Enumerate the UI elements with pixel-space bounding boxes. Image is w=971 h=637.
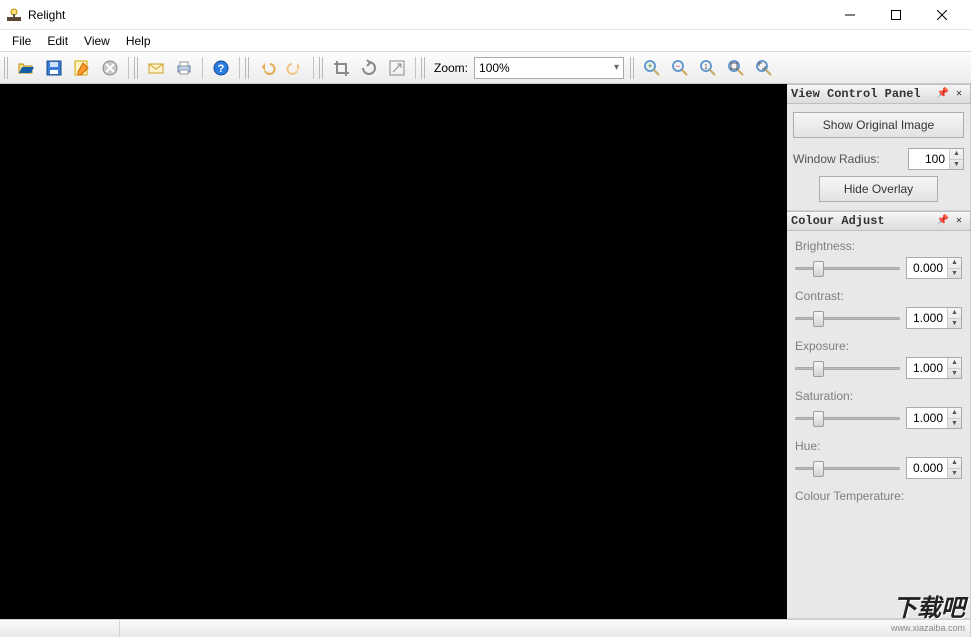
zoom-label: Zoom: — [434, 61, 468, 75]
window-radius-input[interactable]: ▲▼ — [908, 148, 964, 170]
svg-text:−: − — [675, 61, 680, 71]
open-button[interactable] — [13, 55, 39, 81]
toolbar-separator — [313, 57, 314, 79]
spin-buttons[interactable]: ▲▼ — [949, 149, 963, 169]
hide-overlay-button[interactable]: Hide Overlay — [819, 176, 939, 202]
zoom-actual-button[interactable]: 1 — [695, 55, 721, 81]
exposure-group: Exposure: ▲▼ — [789, 335, 968, 385]
toolbar-separator — [239, 57, 240, 79]
resize-button[interactable] — [384, 55, 410, 81]
contrast-input[interactable]: ▲▼ — [906, 307, 962, 329]
titlebar: Relight — [0, 0, 971, 30]
colour-panel-header[interactable]: Colour Adjust 📌 ✕ — [787, 211, 971, 231]
svg-text:1: 1 — [704, 64, 708, 71]
show-original-button[interactable]: Show Original Image — [793, 112, 964, 138]
hue-group: Hue: ▲▼ — [789, 435, 968, 485]
toolbar-grip[interactable] — [319, 57, 324, 79]
brightness-slider[interactable] — [795, 258, 900, 278]
menu-edit[interactable]: Edit — [39, 32, 76, 50]
saturation-input[interactable]: ▲▼ — [906, 407, 962, 429]
help-button[interactable]: ? — [208, 55, 234, 81]
undo-button[interactable] — [254, 55, 280, 81]
window-radius-label: Window Radius: — [793, 152, 880, 166]
status-cell — [0, 620, 120, 637]
toolbar-grip[interactable] — [245, 57, 250, 79]
zoom-in-button[interactable]: + — [639, 55, 665, 81]
hue-input[interactable]: ▲▼ — [906, 457, 962, 479]
hue-label: Hue: — [795, 439, 962, 453]
menubar: File Edit View Help — [0, 30, 971, 52]
toolbar: ? Zoom: 100% ▾ + − 1 — [0, 52, 971, 84]
colour-temp-group: Colour Temperature: — [789, 485, 968, 513]
brightness-group: Brightness: ▲▼ — [789, 235, 968, 285]
exposure-input[interactable]: ▲▼ — [906, 357, 962, 379]
cancel-button[interactable] — [97, 55, 123, 81]
contrast-group: Contrast: ▲▼ — [789, 285, 968, 335]
window-radius-field[interactable] — [909, 149, 949, 169]
pin-icon[interactable]: 📌 — [936, 87, 950, 101]
close-button[interactable] — [919, 0, 965, 30]
saturation-slider[interactable] — [795, 408, 900, 428]
exposure-label: Exposure: — [795, 339, 962, 353]
toolbar-grip[interactable] — [421, 57, 426, 79]
rotate-button[interactable] — [356, 55, 382, 81]
menu-help[interactable]: Help — [118, 32, 159, 50]
zoom-fit-button[interactable] — [723, 55, 749, 81]
view-panel-title: View Control Panel — [791, 87, 934, 101]
svg-text:+: + — [647, 61, 652, 71]
save-button[interactable] — [41, 55, 67, 81]
status-cell — [120, 620, 971, 637]
contrast-slider[interactable] — [795, 308, 900, 328]
window-title: Relight — [28, 8, 827, 22]
work-area: View Control Panel 📌 ✕ Show Original Ima… — [0, 84, 971, 619]
window-buttons — [827, 0, 965, 30]
brightness-input[interactable]: ▲▼ — [906, 257, 962, 279]
minimize-button[interactable] — [827, 0, 873, 30]
spin-down-icon[interactable]: ▼ — [950, 160, 963, 170]
toolbar-separator — [415, 57, 416, 79]
toolbar-grip[interactable] — [4, 57, 9, 79]
zoom-region-button[interactable] — [751, 55, 777, 81]
view-panel-body: Show Original Image Window Radius: ▲▼ Hi… — [787, 104, 971, 211]
colour-panel-title: Colour Adjust — [791, 214, 934, 228]
saturation-group: Saturation: ▲▼ — [789, 385, 968, 435]
mail-button[interactable] — [143, 55, 169, 81]
zoom-dropdown[interactable]: 100% ▾ — [474, 57, 624, 79]
toolbar-separator — [202, 57, 203, 79]
brightness-label: Brightness: — [795, 239, 962, 253]
hue-slider[interactable] — [795, 458, 900, 478]
toolbar-grip[interactable] — [630, 57, 635, 79]
zoom-out-button[interactable]: − — [667, 55, 693, 81]
exposure-slider[interactable] — [795, 358, 900, 378]
redo-button[interactable] — [282, 55, 308, 81]
window-radius-row: Window Radius: ▲▼ — [793, 148, 964, 170]
view-panel-header[interactable]: View Control Panel 📌 ✕ — [787, 84, 971, 104]
crop-button[interactable] — [328, 55, 354, 81]
colour-temp-label: Colour Temperature: — [795, 489, 962, 503]
statusbar — [0, 619, 971, 637]
app-icon — [6, 7, 22, 23]
panel-close-icon[interactable]: ✕ — [952, 87, 966, 101]
spin-up-icon[interactable]: ▲ — [950, 149, 963, 160]
zoom-value: 100% — [479, 61, 510, 75]
toolbar-separator — [128, 57, 129, 79]
chevron-down-icon: ▾ — [614, 62, 619, 73]
menu-view[interactable]: View — [76, 32, 118, 50]
edit-button[interactable] — [69, 55, 95, 81]
pin-icon[interactable]: 📌 — [936, 214, 950, 228]
menu-file[interactable]: File — [4, 32, 39, 50]
canvas[interactable] — [0, 84, 787, 619]
maximize-button[interactable] — [873, 0, 919, 30]
print-button[interactable] — [171, 55, 197, 81]
colour-panel-body: Brightness: ▲▼ Contrast: ▲▼ Exposure: ▲▼ — [787, 231, 971, 619]
contrast-label: Contrast: — [795, 289, 962, 303]
svg-text:?: ? — [218, 63, 225, 75]
toolbar-grip[interactable] — [134, 57, 139, 79]
side-panel: View Control Panel 📌 ✕ Show Original Ima… — [787, 84, 971, 619]
panel-close-icon[interactable]: ✕ — [952, 214, 966, 228]
saturation-label: Saturation: — [795, 389, 962, 403]
